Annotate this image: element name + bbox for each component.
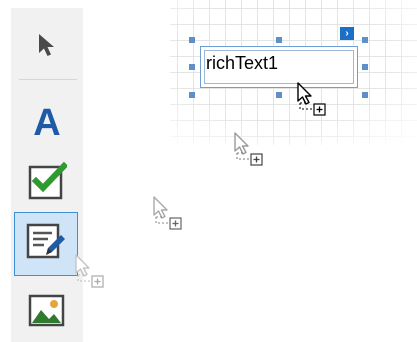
drag-copy-cursor-icon (75, 254, 104, 288)
rich-text-content: richText1 (206, 53, 279, 73)
arrow-pointer-icon (36, 32, 58, 63)
checkbox-checked-icon (27, 161, 69, 206)
resize-handle-top[interactable] (276, 37, 282, 43)
rich-text-control[interactable]: richText1 (200, 46, 358, 88)
toolbox-item-pointer[interactable] (15, 18, 79, 76)
toolbox-item-picture-box[interactable] (15, 284, 79, 342)
toolbox-item-rich-text[interactable] (14, 212, 78, 276)
drag-copy-cursor-icon (234, 132, 263, 166)
resize-handle-left[interactable] (189, 64, 195, 70)
report-designer-canvas: A richText1 › (0, 0, 417, 342)
letter-a-icon: A (33, 102, 61, 144)
drag-copy-cursor-icon (297, 82, 326, 116)
toolbox-item-label[interactable]: A (15, 94, 79, 152)
toolbox-item-checkbox[interactable] (15, 154, 79, 212)
resize-handle-top-left[interactable] (189, 37, 195, 43)
resize-handle-top-right[interactable] (362, 37, 368, 43)
smart-tag-button[interactable]: › (340, 27, 354, 40)
rich-text-edit-icon (24, 221, 68, 268)
toolbox-panel: A (11, 8, 83, 342)
resize-handle-bottom[interactable] (276, 92, 282, 98)
resize-handle-bottom-left[interactable] (189, 92, 195, 98)
toolbox-separator (19, 79, 77, 80)
resize-handle-bottom-right[interactable] (362, 92, 368, 98)
drag-copy-cursor-icon (153, 196, 182, 230)
picture-icon (27, 293, 67, 334)
resize-handle-right[interactable] (362, 64, 368, 70)
